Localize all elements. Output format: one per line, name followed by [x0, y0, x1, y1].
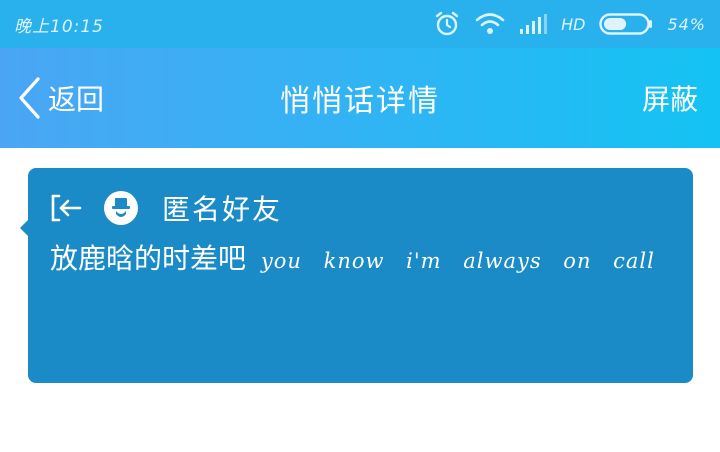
battery-icon: [599, 12, 653, 36]
status-bar: 晚上10:15 HD 54%: [0, 0, 720, 48]
wifi-icon: [475, 12, 505, 36]
alarm-icon: [433, 10, 461, 38]
message-text-latin: you know i'm always on call: [260, 249, 655, 273]
card-pointer: [20, 220, 28, 236]
back-label: 返回: [48, 83, 105, 116]
message-header: 匿名好友: [50, 190, 282, 226]
nav-bar: 返回 悄悄话详情 屏蔽: [0, 48, 720, 148]
network-type: HD: [561, 14, 586, 34]
sender-name: 匿名好友: [162, 193, 283, 226]
chevron-left-icon: [16, 76, 42, 120]
back-button[interactable]: 返回: [16, 74, 104, 122]
anonymous-avatar-icon: [104, 191, 138, 225]
signal-icon: [519, 13, 548, 35]
exit-icon[interactable]: [50, 193, 84, 223]
status-icons: HD 54%: [433, 10, 706, 38]
battery-percent: 54%: [667, 14, 706, 34]
message-text-cjk: 放鹿晗的时差吧: [50, 242, 247, 275]
status-time: 晚上10:15: [14, 16, 104, 37]
block-button[interactable]: 屏蔽: [642, 74, 698, 122]
message-card: 匿名好友 放鹿晗的时差吧 you know i'm always on call: [20, 168, 693, 383]
message-text: 放鹿晗的时差吧 you know i'm always on call: [50, 242, 660, 278]
page-title: 悄悄话详情: [280, 84, 440, 119]
